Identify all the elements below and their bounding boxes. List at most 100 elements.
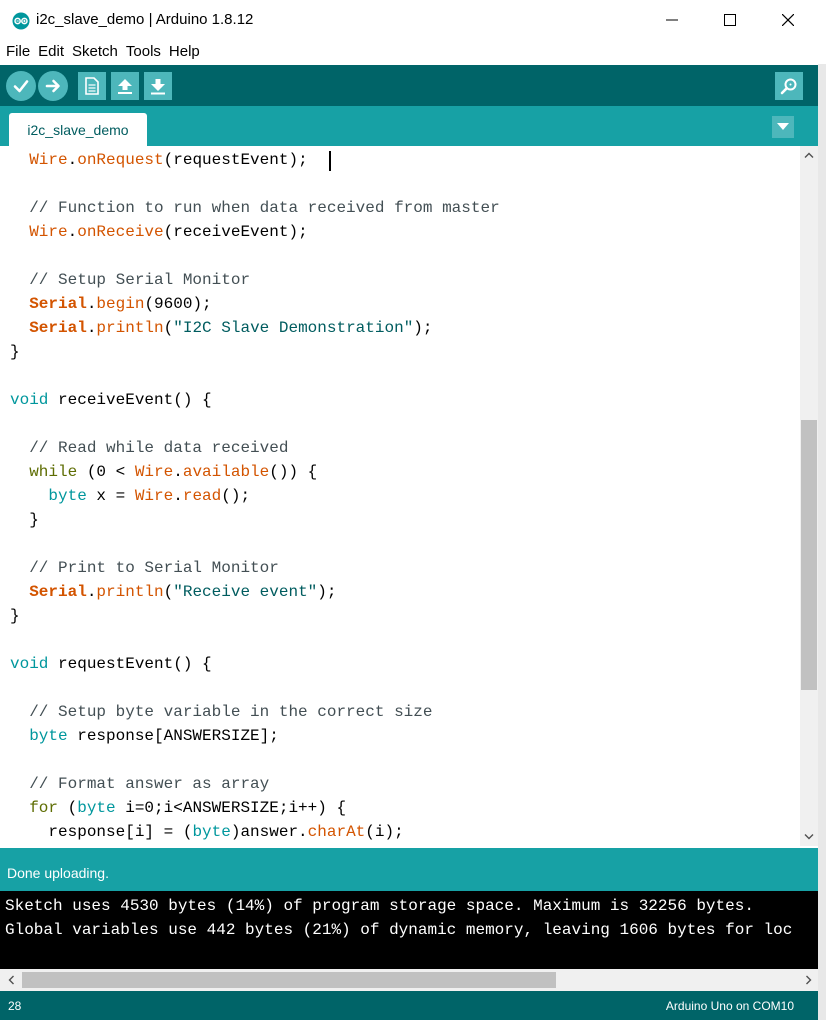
menu-bar: File Edit Sketch Tools Help [0, 40, 826, 64]
tab-i2c-slave-demo[interactable]: i2c_slave_demo [9, 113, 147, 146]
menu-help[interactable]: Help [165, 40, 204, 64]
code-line: void requestEvent() { [10, 652, 500, 676]
chevron-up-icon [804, 152, 814, 158]
maximize-button[interactable] [701, 0, 759, 40]
menu-file[interactable]: File [2, 40, 34, 64]
code-line: // Format answer as array [10, 772, 500, 796]
minimize-icon [666, 19, 678, 21]
code-token: response[i] = ( [10, 823, 193, 841]
code-token: "I2C Slave Demonstration" [173, 319, 414, 337]
code-line: // Setup Serial Monitor [10, 268, 500, 292]
code-token: . [67, 223, 78, 241]
code-token: // Setup Serial Monitor [29, 271, 251, 289]
code-line: byte x = Wire.read(); [10, 484, 500, 508]
code-line: Wire.onRequest(requestEvent); [10, 148, 500, 172]
menu-tools[interactable]: Tools [122, 40, 165, 64]
code-token: Wire [29, 151, 68, 169]
scroll-up-button[interactable] [800, 146, 818, 164]
code-token: Serial [29, 583, 87, 601]
menu-edit[interactable]: Edit [34, 40, 68, 64]
scroll-left-button[interactable] [2, 971, 20, 989]
code-token: . [86, 583, 97, 601]
code-token: Wire [134, 487, 174, 505]
scroll-thumb[interactable] [801, 420, 817, 690]
verify-button[interactable] [6, 71, 36, 101]
magnifier-icon [780, 78, 797, 95]
serial-monitor-button[interactable] [775, 72, 803, 100]
code-token: Serial [29, 319, 87, 337]
code-line: Wire.onReceive(receiveEvent); [10, 220, 500, 244]
bottom-status-bar: 28 Arduino Uno on COM10 [0, 991, 818, 1020]
tab-menu-button[interactable] [772, 116, 794, 138]
code-token: byte [192, 823, 231, 841]
arrow-down-icon [151, 79, 165, 95]
new-sketch-button[interactable] [78, 72, 106, 100]
code-editor[interactable]: Wire.onRequest(requestEvent); // Functio… [0, 146, 800, 848]
editor-vertical-scrollbar[interactable] [800, 146, 818, 846]
save-sketch-button[interactable] [144, 72, 172, 100]
code-token: read [182, 487, 222, 505]
code-token: requestEvent() { [48, 655, 212, 673]
code-token: i=0;i<ANSWERSIZE;i++) { [115, 799, 347, 817]
code-token: Wire [134, 463, 174, 481]
code-line: while (0 < Wire.available()) { [10, 460, 500, 484]
code-line: byte response[ANSWERSIZE]; [10, 724, 500, 748]
open-sketch-button[interactable] [111, 72, 139, 100]
upload-button[interactable] [38, 71, 68, 101]
arrow-right-icon [45, 79, 60, 93]
code-token: . [173, 487, 183, 505]
new-file-icon [85, 77, 99, 95]
code-token: // Read while data received [29, 439, 289, 457]
board-port-info: Arduino Uno on COM10 [665, 999, 794, 1013]
code-token: void [10, 655, 49, 673]
code-line: for (byte i=0;i<ANSWERSIZE;i++) { [10, 796, 500, 820]
window-edge [818, 64, 826, 1020]
arduino-logo-icon [12, 12, 30, 30]
chevron-down-icon [804, 834, 814, 840]
line-number: 28 [8, 999, 22, 1013]
title-bar: i2c_slave_demo | Arduino 1.8.12 [0, 0, 826, 40]
console-line: Sketch uses 4530 bytes (14%) of program … [5, 897, 754, 915]
code-token: println [96, 319, 164, 337]
code-token: (i); [365, 823, 404, 841]
code-token: } [10, 343, 20, 361]
code-line: } [10, 508, 500, 532]
code-token: byte [29, 727, 68, 745]
console-output[interactable]: Sketch uses 4530 bytes (14%) of program … [0, 891, 818, 969]
menu-sketch[interactable]: Sketch [68, 40, 122, 64]
toolbar [0, 65, 826, 106]
scroll-right-button[interactable] [800, 971, 818, 989]
close-icon [782, 14, 794, 26]
tab-strip: i2c_slave_demo [0, 106, 826, 146]
code-token: (0 < [77, 463, 135, 481]
text-caret [329, 151, 331, 171]
scroll-down-button[interactable] [800, 828, 818, 846]
code-line: void receiveEvent() { [10, 388, 500, 412]
console-horizontal-scrollbar[interactable] [0, 969, 818, 991]
code-token: ( [163, 319, 174, 337]
code-token: // Function to run when data received fr… [29, 199, 500, 217]
code-token: (receiveEvent); [163, 223, 308, 241]
minimize-button[interactable] [643, 0, 701, 40]
code-line: Serial.begin(9600); [10, 292, 500, 316]
close-button[interactable] [759, 0, 817, 40]
code-token: } [10, 511, 39, 529]
code-token: )answer. [230, 823, 308, 841]
chevron-right-icon [806, 975, 812, 985]
arrow-up-icon [118, 79, 132, 94]
upload-status-bar: Done uploading. [0, 848, 818, 891]
code-token: . [67, 151, 78, 169]
scroll-thumb[interactable] [22, 972, 556, 988]
code-token: begin [96, 295, 145, 313]
code-token: response[ANSWERSIZE]; [67, 727, 279, 745]
